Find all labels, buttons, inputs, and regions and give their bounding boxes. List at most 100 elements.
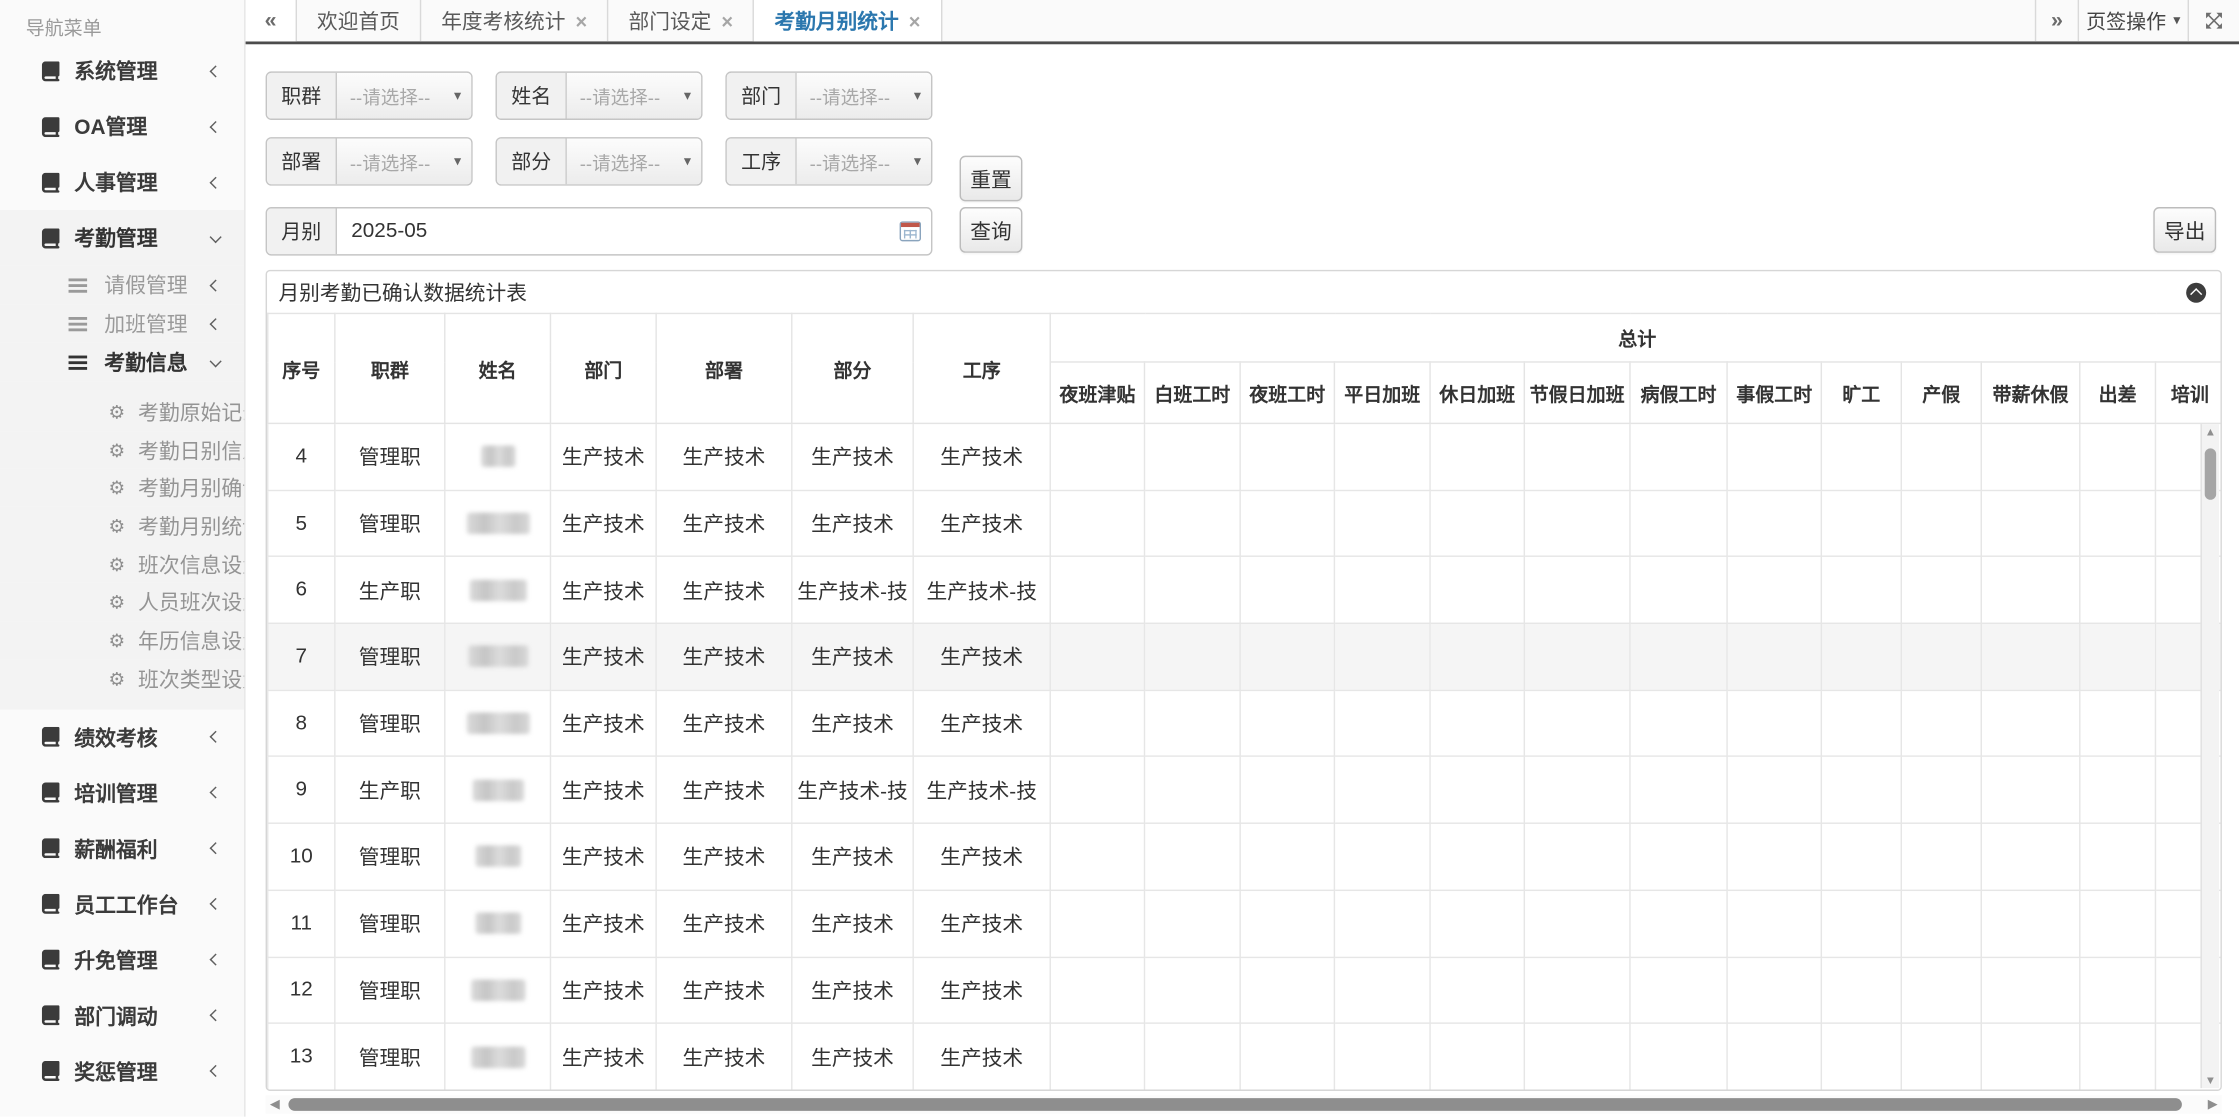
masked-name	[469, 579, 526, 600]
sidebar-item[interactable]: ⚙ 奖惩管理	[0, 1043, 244, 1099]
tab[interactable]: 部门设定 ×	[609, 0, 755, 41]
sidebar-item[interactable]: ⚙ 人员班次设置	[0, 583, 244, 621]
sidebar-item[interactable]: ⚙ 考勤日别信息	[0, 431, 244, 469]
filter-select[interactable]: --请选择-- ▾	[567, 73, 701, 119]
tab[interactable]: 考勤月别统计 ×	[754, 0, 941, 41]
sidebar-item[interactable]: ⚙ 升免管理	[0, 932, 244, 988]
sidebar-item[interactable]: ⚙ 绩效考核	[0, 709, 244, 765]
vertical-scrollbar[interactable]: ▲ ▼	[2200, 424, 2219, 1088]
table-row[interactable]: 8 管理职 生产技术 生产技术 生产技术 生产技术	[268, 690, 2222, 757]
stat-column-header[interactable]: 节假日加班	[1524, 362, 1630, 423]
stat-column-header[interactable]: 产假	[1901, 362, 1981, 423]
search-button[interactable]: 查询	[960, 207, 1023, 253]
table-row[interactable]: 9 生产职 生产技术 生产技术 生产技术-技 生产技术-技	[268, 757, 2222, 824]
vertical-scrollbar-thumb[interactable]	[2205, 448, 2216, 499]
sidebar-item[interactable]: ⚙ 加班管理	[0, 304, 244, 343]
filter-select[interactable]: --请选择-- ▾	[797, 73, 931, 119]
filter-select[interactable]: --请选择-- ▾	[337, 73, 471, 119]
table-row[interactable]: 5 管理职 生产技术 生产技术 生产技术 生产技术	[268, 490, 2222, 557]
sidebar-item[interactable]: ⚙ 考勤信息	[0, 343, 244, 382]
stat-column-header[interactable]: 平日加班	[1334, 362, 1430, 423]
sidebar-item[interactable]: ⚙ 班次信息设置	[0, 545, 244, 583]
collapse-up-icon[interactable]	[2186, 282, 2206, 302]
tab-operations-button[interactable]: 页签操作 ▾	[2078, 0, 2188, 41]
close-icon[interactable]: ×	[575, 11, 587, 31]
cell-stat	[1240, 623, 1334, 690]
horizontal-scrollbar-thumb[interactable]	[288, 1098, 2181, 1111]
cell-stat	[1630, 423, 1727, 490]
stat-column-header[interactable]: 夜班工时	[1240, 362, 1334, 423]
sidebar-item[interactable]: ⚙ 部门调动	[0, 987, 244, 1043]
scroll-up-icon[interactable]: ▲	[2202, 426, 2219, 439]
cell-division: 生产技术	[656, 690, 792, 757]
sidebar-item[interactable]: ⚙ 考勤管理	[0, 210, 244, 266]
export-button[interactable]: 导出	[2153, 207, 2216, 253]
scroll-tabs-right-button[interactable]: »	[2035, 0, 2078, 41]
filter-select[interactable]: --请选择-- ▾	[337, 139, 471, 185]
column-header[interactable]: 部分	[792, 313, 913, 423]
cell-stat	[1050, 423, 1144, 490]
sidebar-item[interactable]: ⚙ 班次类型设置	[0, 659, 244, 709]
stat-column-header[interactable]: 休日加班	[1430, 362, 1524, 423]
column-header[interactable]: 姓名	[445, 313, 551, 423]
sidebar-item[interactable]: ⚙ 年历信息设置	[0, 621, 244, 659]
close-icon[interactable]: ×	[909, 11, 921, 31]
table-row[interactable]: 7 管理职 生产技术 生产技术 生产技术 生产技术	[268, 623, 2222, 690]
tab[interactable]: 年度考核统计 ×	[421, 0, 608, 41]
gears-icon: ⚙	[109, 402, 126, 421]
cell-stat	[2080, 890, 2156, 957]
table-row[interactable]: 6 生产职 生产技术 生产技术 生产技术-技 生产技术-技	[268, 557, 2222, 624]
table-header-row-1: 序号 职群 姓名 部门 部署 部分 工序 总计	[268, 313, 2222, 362]
cell-stat	[1144, 1023, 1240, 1090]
reset-button[interactable]: 重置	[960, 156, 1023, 202]
table-row[interactable]: 10 管理职 生产技术 生产技术 生产技术 生产技术	[268, 823, 2222, 890]
close-icon[interactable]: ×	[721, 11, 733, 31]
column-header[interactable]: 部门	[550, 313, 656, 423]
chevron-icon	[210, 954, 222, 966]
sidebar-item[interactable]: ⚙ 员工工作台	[0, 876, 244, 932]
stat-column-header[interactable]: 病假工时	[1630, 362, 1727, 423]
sidebar-item[interactable]: ⚙ 考勤月别确认	[0, 469, 244, 507]
horizontal-scrollbar[interactable]: ◀ ▶	[266, 1095, 2222, 1114]
sidebar-item[interactable]: ⚙ 考勤原始记录	[0, 381, 244, 431]
filter-select[interactable]: --请选择-- ▾	[797, 139, 931, 185]
column-header[interactable]: 职群	[335, 313, 445, 423]
sidebar-item[interactable]: ⚙ OA管理	[0, 99, 244, 155]
tab[interactable]: 欢迎首页 ×	[297, 0, 421, 41]
chevrons-left-icon: «	[265, 9, 277, 33]
sidebar-item[interactable]: ⚙ 系统管理	[0, 43, 244, 99]
sidebar-item[interactable]: ⚙ 请假管理	[0, 266, 244, 305]
scroll-right-icon[interactable]: ▶	[2208, 1097, 2218, 1113]
stat-column-header[interactable]: 事假工时	[1727, 362, 1821, 423]
column-header[interactable]: 工序	[913, 313, 1050, 423]
scroll-tabs-left-button[interactable]: «	[246, 0, 297, 41]
stat-column-header[interactable]: 白班工时	[1144, 362, 1240, 423]
sidebar-item[interactable]: ⚙ 考勤月别统计	[0, 507, 244, 545]
column-header[interactable]: 部署	[656, 313, 792, 423]
month-input[interactable]: 2025-05	[337, 208, 931, 254]
stat-column-header[interactable]: 夜班津贴	[1050, 362, 1144, 423]
scroll-left-icon[interactable]: ◀	[270, 1097, 280, 1113]
cell-stat	[1334, 423, 1430, 490]
filter-select[interactable]: --请选择-- ▾	[567, 139, 701, 185]
column-header[interactable]: 序号	[268, 313, 335, 423]
masked-name	[471, 979, 525, 1000]
stat-column-header[interactable]: 旷工	[1821, 362, 1901, 423]
calendar-icon[interactable]	[900, 221, 921, 241]
sidebar-item[interactable]: ⚙ 培训管理	[0, 765, 244, 821]
cell-stat	[1334, 823, 1430, 890]
cell-division: 生产技术	[656, 623, 792, 690]
sidebar-item[interactable]: ⚙ 人事管理	[0, 154, 244, 210]
table-row[interactable]: 11 管理职 生产技术 生产技术 生产技术 生产技术	[268, 890, 2222, 957]
stat-column-header[interactable]: 带薪休假	[1981, 362, 2080, 423]
table-row[interactable]: 13 管理职 生产技术 生产技术 生产技术 生产技术	[268, 1023, 2222, 1090]
stat-column-header[interactable]: 培训	[2155, 362, 2221, 423]
stat-column-header[interactable]: 出差	[2080, 362, 2156, 423]
fullscreen-button[interactable]	[2188, 0, 2239, 41]
chevron-icon	[210, 898, 222, 910]
table-row[interactable]: 4 管理职 生产技术 生产技术 生产技术 生产技术	[268, 423, 2222, 490]
cell-stat	[1727, 623, 1821, 690]
sidebar-item[interactable]: ⚙ 薪酬福利	[0, 820, 244, 876]
scroll-down-icon[interactable]: ▼	[2202, 1074, 2219, 1087]
table-row[interactable]: 12 管理职 生产技术 生产技术 生产技术 生产技术	[268, 957, 2222, 1024]
